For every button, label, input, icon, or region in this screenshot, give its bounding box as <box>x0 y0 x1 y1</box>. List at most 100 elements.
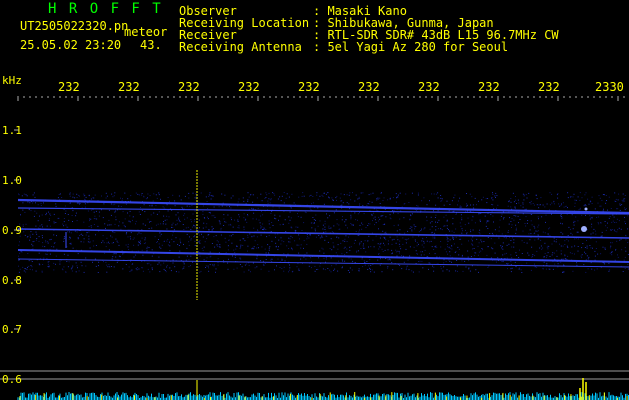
noise-dot <box>130 195 132 197</box>
noise-dot <box>215 235 217 237</box>
noise-dot <box>348 203 350 205</box>
noise-dot <box>72 265 74 267</box>
noise-dot <box>581 197 583 199</box>
noise-dot <box>459 197 461 199</box>
noise-dot <box>48 218 50 220</box>
noise-dot <box>74 197 76 199</box>
noise-dot <box>557 193 559 195</box>
noise-dot <box>531 256 533 258</box>
noise-dot <box>448 259 450 261</box>
noise-dot <box>142 223 144 225</box>
noise-dot <box>194 235 196 237</box>
noise-dot <box>310 257 312 259</box>
noise-dot <box>354 200 356 202</box>
noise-dot <box>217 262 219 264</box>
noise-dot <box>377 197 379 199</box>
noise-dot <box>291 237 293 239</box>
y-tick-label: 0.8 <box>2 274 22 287</box>
noise-dot <box>362 192 364 194</box>
noise-dot <box>491 198 492 200</box>
noise-dot <box>324 269 326 271</box>
noise-dot <box>366 261 368 262</box>
noise-dot <box>380 242 382 244</box>
noise-dot <box>404 203 406 204</box>
noise-dot <box>377 243 379 245</box>
noise-dot <box>613 222 615 223</box>
noise-dot <box>437 221 439 223</box>
noise-dot <box>317 198 319 200</box>
noise-dot <box>589 245 591 246</box>
noise-dot <box>526 197 528 199</box>
noise-dot <box>27 253 29 254</box>
noise-dot <box>574 205 576 207</box>
noise-dot <box>322 228 324 230</box>
noise-dot <box>172 234 174 236</box>
noise-dot <box>63 225 65 227</box>
noise-dot <box>42 264 44 265</box>
noise-dot <box>268 249 270 251</box>
noise-dot <box>236 267 238 269</box>
noise-dot <box>177 244 179 245</box>
noise-dot <box>157 241 158 242</box>
noise-dot <box>600 253 602 255</box>
noise-dot <box>400 248 402 250</box>
noise-dot <box>433 193 435 195</box>
noise-dot <box>449 239 451 241</box>
noise-dot <box>508 223 510 225</box>
noise-dot <box>395 251 397 253</box>
noise-dot <box>451 200 453 202</box>
noise-dot <box>513 242 515 244</box>
noise-dot <box>444 248 446 250</box>
noise-dot <box>67 214 69 215</box>
noise-dot <box>553 203 555 205</box>
noise-dot <box>114 232 116 234</box>
noise-dot <box>519 219 521 220</box>
noise-dot <box>64 237 65 239</box>
noise-dot <box>453 237 455 239</box>
noise-dot <box>447 253 448 255</box>
noise-dot <box>544 242 546 244</box>
noise-dot <box>192 192 194 194</box>
noise-dot <box>383 197 385 199</box>
signal-band <box>17 228 629 239</box>
noise-dot <box>493 221 494 223</box>
noise-dot <box>434 246 436 247</box>
timestamp-label: 25.05.02 23:20 <box>20 38 122 52</box>
noise-dot <box>208 212 210 213</box>
y-tick-label: 0.9 <box>2 224 22 237</box>
noise-dot <box>472 248 473 250</box>
noise-dot <box>177 212 179 214</box>
noise-dot <box>26 195 28 197</box>
noise-dot <box>418 271 420 273</box>
noise-dot <box>269 227 271 229</box>
noise-dot <box>376 199 378 201</box>
noise-dot <box>185 259 187 261</box>
noise-dot <box>399 192 401 194</box>
noise-dot <box>437 210 439 212</box>
noise-dot <box>293 202 295 204</box>
noise-dot <box>415 241 416 242</box>
noise-dot <box>350 214 352 216</box>
noise-dot <box>586 247 588 249</box>
noise-dot <box>29 268 31 270</box>
noise-dot <box>392 210 394 211</box>
noise-dot <box>545 257 547 259</box>
noise-dot <box>420 251 422 253</box>
noise-dot <box>298 234 300 236</box>
noise-dot <box>344 254 346 256</box>
noise-dot <box>59 263 61 265</box>
noise-dot <box>374 216 376 218</box>
noise-dot <box>139 242 140 243</box>
noise-dot <box>546 203 548 205</box>
noise-dot <box>238 227 240 229</box>
noise-dot <box>432 265 433 267</box>
noise-dot <box>389 197 391 199</box>
noise-dot <box>26 268 28 270</box>
noise-dot <box>115 238 117 240</box>
noise-dot <box>440 228 442 230</box>
noise-dot <box>269 202 271 204</box>
noise-dot <box>225 241 227 243</box>
noise-dot <box>211 243 213 244</box>
noise-dot <box>193 236 195 238</box>
noise-dot <box>598 195 600 197</box>
